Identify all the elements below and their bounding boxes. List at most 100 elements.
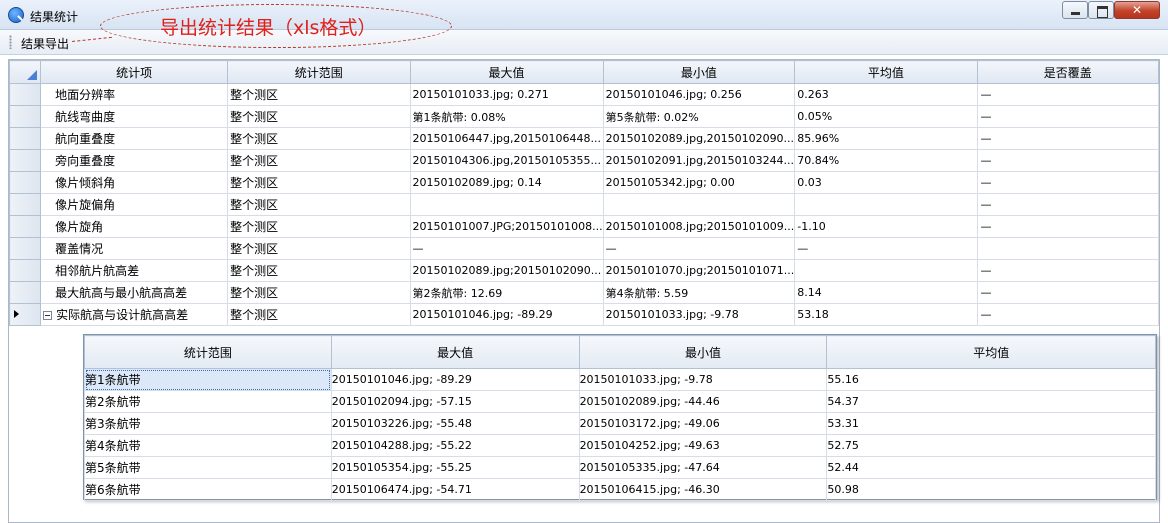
min-value-cell[interactable]: 20150102089.jpg,20150102090... (602, 127, 796, 150)
max-value-cell[interactable]: 第2条航带: 12.69 (409, 281, 604, 304)
detail-min-cell[interactable]: 20150104252.jpg; -49.63 (578, 434, 828, 457)
max-value-cell[interactable]: 20150101033.jpg; 0.271 (409, 83, 604, 106)
maximize-button[interactable] (1088, 1, 1114, 19)
detail-row[interactable]: 第5条航带 20150105354.jpg; -55.25 20150105335.… (84, 456, 1156, 479)
min-value-cell[interactable]: 20150105342.jpg; 0.00 (602, 171, 796, 194)
row-header[interactable] (8, 171, 42, 194)
max-value-cell[interactable]: — (409, 237, 604, 260)
detail-avg-cell[interactable]: 50.98 (826, 478, 1156, 501)
table-row[interactable]: 地面分辨率 整个测区 20150101033.jpg; 0.271 201501010… (8, 83, 1160, 106)
avg-value-cell[interactable]: 8.14 (794, 281, 978, 304)
table-row[interactable]: 旁向重叠度 整个测区 20150104306.jpg,20150105355... 2… (8, 149, 1160, 172)
max-value-cell[interactable]: 20150102089.jpg; 0.14 (409, 171, 604, 194)
row-header[interactable] (8, 127, 42, 150)
detail-max-cell[interactable]: 20150105354.jpg; -55.25 (330, 456, 580, 479)
detail-row[interactable]: 第6条航带 20150106474.jpg; -54.71 20150106415.… (84, 478, 1156, 501)
table-row[interactable]: 航向重叠度 整个测区 20150106447.jpg,20150106448... 2… (8, 127, 1160, 150)
scope-cell[interactable]: 整个测区 (227, 105, 411, 128)
scope-cell[interactable]: 整个测区 (227, 171, 411, 194)
row-header[interactable] (8, 259, 42, 282)
segment-cell[interactable]: 第3条航带 (84, 412, 332, 435)
table-row[interactable]: 覆盖情况 整个测区 — — — (8, 237, 1160, 260)
detail-max-cell[interactable]: 20150101046.jpg; -89.29 (330, 368, 580, 391)
table-row[interactable]: 像片旋角 整个测区 20150101007.JPG;20150101008... 20… (8, 215, 1160, 238)
avg-value-cell[interactable] (794, 193, 978, 216)
detail-max-cell[interactable]: 20150102094.jpg; -57.15 (330, 390, 580, 413)
row-header[interactable] (8, 303, 42, 326)
max-value-cell[interactable]: 第1条航带: 0.08% (409, 105, 604, 128)
max-value-cell[interactable]: 20150106447.jpg,20150106448... (409, 127, 604, 150)
column-header[interactable]: 最大值 (409, 60, 604, 84)
scope-cell[interactable]: 整个测区 (227, 259, 411, 282)
detail-column-header[interactable]: 统计范围 (84, 335, 332, 369)
stat-item-cell[interactable]: 航线弯曲度 (40, 105, 229, 128)
export-results-button[interactable]: 结果导出 (17, 33, 73, 52)
select-all-corner[interactable] (8, 60, 42, 84)
column-header[interactable]: 统计范围 (227, 60, 411, 84)
detail-avg-cell[interactable]: 54.37 (826, 390, 1156, 413)
stat-item-cell[interactable]: 最大航高与最小航高高差 (40, 281, 229, 304)
table-row[interactable]: 最大航高与最小航高高差 整个测区 第2条航带: 12.69 第4条航带: 5.59 8.… (8, 281, 1160, 304)
avg-value-cell[interactable]: 85.96% (794, 127, 978, 150)
coverage-cell[interactable]: — (976, 259, 1160, 282)
table-row[interactable]: 航线弯曲度 整个测区 第1条航带: 0.08% 第5条航带: 0.02% 0.05% — (8, 105, 1160, 128)
detail-min-cell[interactable]: 20150103172.jpg; -49.06 (578, 412, 828, 435)
detail-max-cell[interactable]: 20150104288.jpg; -55.22 (330, 434, 580, 457)
coverage-cell[interactable]: — (976, 303, 1160, 326)
row-header[interactable] (8, 215, 42, 238)
min-value-cell[interactable]: — (602, 237, 796, 260)
table-row[interactable]: 像片旋偏角 整个测区 — (8, 193, 1160, 216)
stat-item-cell[interactable]: 像片旋偏角 (40, 193, 229, 216)
row-header[interactable] (8, 193, 42, 216)
scope-cell[interactable]: 整个测区 (227, 281, 411, 304)
coverage-cell[interactable]: — (976, 215, 1160, 238)
stat-item-cell[interactable]: 相邻航片航高差 (40, 259, 229, 282)
coverage-cell[interactable]: — (976, 193, 1160, 216)
avg-value-cell[interactable] (794, 259, 978, 282)
max-value-cell[interactable]: 20150101046.jpg; -89.29 (409, 303, 604, 326)
segment-cell[interactable]: 第4条航带 (84, 434, 332, 457)
max-value-cell[interactable]: 20150104306.jpg,20150105355... (409, 149, 604, 172)
min-value-cell[interactable]: 20150101046.jpg; 0.256 (602, 83, 796, 106)
detail-min-cell[interactable]: 20150102089.jpg; -44.46 (578, 390, 828, 413)
column-header[interactable]: 最小值 (602, 60, 796, 84)
stat-item-cell[interactable]: 实际航高与设计航高高差 (40, 303, 229, 326)
column-header[interactable]: 平均值 (794, 60, 978, 84)
row-header[interactable] (8, 83, 42, 106)
close-button[interactable]: ✕ (1114, 1, 1160, 19)
column-header[interactable]: 统计项 (40, 60, 229, 84)
row-header[interactable] (8, 237, 42, 260)
scope-cell[interactable]: 整个测区 (227, 215, 411, 238)
stat-item-cell[interactable]: 像片倾斜角 (40, 171, 229, 194)
stat-item-cell[interactable]: 地面分辨率 (40, 83, 229, 106)
min-value-cell[interactable] (602, 193, 796, 216)
stat-item-cell[interactable]: 航向重叠度 (40, 127, 229, 150)
detail-avg-cell[interactable]: 53.31 (826, 412, 1156, 435)
avg-value-cell[interactable]: 53.18 (794, 303, 978, 326)
segment-cell[interactable]: 第1条航带 (84, 368, 332, 391)
scope-cell[interactable]: 整个测区 (227, 83, 411, 106)
coverage-cell[interactable] (976, 237, 1160, 260)
row-header[interactable] (8, 105, 42, 128)
detail-avg-cell[interactable]: 55.16 (826, 368, 1156, 391)
table-row[interactable]: 实际航高与设计航高高差 整个测区 20150101046.jpg; -89.29 20… (8, 303, 1160, 326)
min-value-cell[interactable]: 20150101008.jpg;20150101009... (602, 215, 796, 238)
detail-min-cell[interactable]: 20150106415.jpg; -46.30 (578, 478, 828, 501)
min-value-cell[interactable]: 20150102091.jpg,20150103244... (602, 149, 796, 172)
min-value-cell[interactable]: 第4条航带: 5.59 (602, 281, 796, 304)
detail-avg-cell[interactable]: 52.44 (826, 456, 1156, 479)
detail-avg-cell[interactable]: 52.75 (826, 434, 1156, 457)
table-row[interactable]: 相邻航片航高差 整个测区 20150102089.jpg;20150102090..… (8, 259, 1160, 282)
avg-value-cell[interactable]: 0.03 (794, 171, 978, 194)
scope-cell[interactable]: 整个测区 (227, 303, 411, 326)
detail-min-cell[interactable]: 20150105335.jpg; -47.64 (578, 456, 828, 479)
avg-value-cell[interactable]: 70.84% (794, 149, 978, 172)
stat-item-cell[interactable]: 覆盖情况 (40, 237, 229, 260)
row-header[interactable] (8, 149, 42, 172)
min-value-cell[interactable]: 20150101070.jpg;20150101071... (602, 259, 796, 282)
scope-cell[interactable]: 整个测区 (227, 149, 411, 172)
min-value-cell[interactable]: 20150101033.jpg; -9.78 (602, 303, 796, 326)
max-value-cell[interactable]: 20150101007.JPG;20150101008... (409, 215, 604, 238)
detail-max-cell[interactable]: 20150106474.jpg; -54.71 (330, 478, 580, 501)
coverage-cell[interactable]: — (976, 171, 1160, 194)
